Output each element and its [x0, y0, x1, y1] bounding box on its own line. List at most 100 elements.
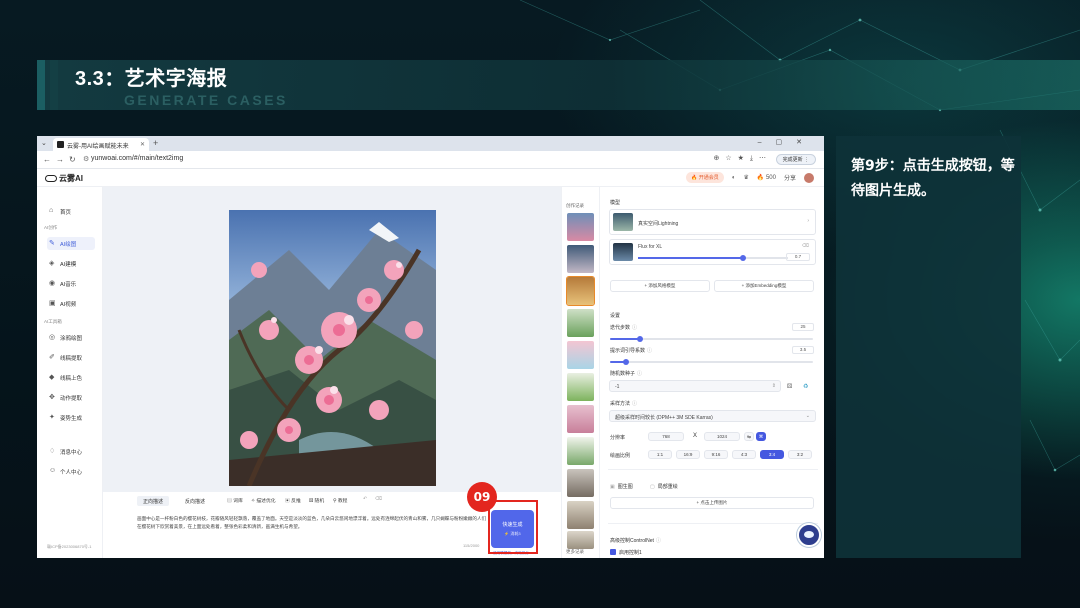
- history-thumbnail[interactable]: [567, 245, 594, 273]
- prompt-tool-wordbank[interactable]: ▤ 词库: [227, 497, 243, 504]
- upload-image-button[interactable]: + 点击上传图片: [610, 497, 814, 509]
- url-field[interactable]: yunwoai.com/#/main/text2img: [91, 155, 183, 162]
- history-thumbnail[interactable]: [567, 501, 594, 529]
- prompt-tool-optimize[interactable]: ✧ 描述优化: [251, 497, 276, 504]
- controlnet-toggle[interactable]: 启用控制1: [610, 549, 642, 556]
- dice-icon[interactable]: ⚄: [787, 383, 792, 390]
- checkbox-checked-icon: [610, 549, 616, 555]
- profile-update-button[interactable]: 完成更新 ⋮: [775, 154, 816, 165]
- sidebar-item-pose[interactable]: ✥ 动作提取: [47, 391, 95, 404]
- generated-artwork[interactable]: [229, 210, 436, 486]
- sidebar-item-ai-model[interactable]: ◈ AI建模: [47, 257, 95, 270]
- app-header: 云雾AI 🔥 开通会员 ◐ ♛ 🔥 500 分享: [37, 169, 824, 187]
- brush-icon: ✎: [49, 240, 55, 247]
- width-input[interactable]: 768: [648, 432, 684, 441]
- browser-address-bar: ←→↻ ⚙ yunwoai.com/#/main/text2img ⊕☆★⤓⋯ …: [37, 151, 824, 169]
- shop-icon[interactable]: ♛: [743, 174, 748, 181]
- ratio-3-4[interactable]: 3:4: [760, 450, 784, 459]
- history-thumbnail[interactable]: [567, 341, 594, 369]
- steps-slider[interactable]: [610, 336, 813, 342]
- cube-icon: ◈: [49, 260, 55, 267]
- help-icon: ⓘ: [632, 401, 638, 407]
- new-tab-plus-icon[interactable]: +: [153, 138, 158, 148]
- help-icon: ⓘ: [647, 348, 653, 354]
- prompt-textarea[interactable]: 画面中心是一杆粉白色的樱花树枝，花瓣随风轻轻飘落，覆盖了地面。天空是淡淡的蓝色，…: [137, 515, 487, 531]
- points-counter[interactable]: 🔥 500: [757, 174, 776, 181]
- tab-search-chevron-icon[interactable]: ⌄: [41, 139, 47, 147]
- img2img-tab[interactable]: ▣ 图生图: [610, 483, 633, 490]
- history-thumbnail[interactable]: [567, 531, 594, 549]
- sidebar-item-profile[interactable]: ☺ 个人中心: [47, 465, 95, 478]
- cfg-input[interactable]: 3.5: [792, 346, 814, 354]
- seed-input[interactable]: -1 ⇕: [609, 380, 781, 392]
- sidebar-item-scribble[interactable]: ◎ 涂鸦绘图: [47, 331, 95, 344]
- lora-card: Flux for XL ⌫ 0.7: [609, 239, 816, 265]
- lora-weight-knob[interactable]: [740, 255, 746, 261]
- steps-input[interactable]: 25: [792, 323, 814, 331]
- ratio-9-16[interactable]: 9:16: [704, 450, 728, 459]
- history-thumbnail[interactable]: [566, 276, 595, 306]
- user-avatar[interactable]: [804, 172, 814, 183]
- steps-knob[interactable]: [637, 336, 643, 342]
- history-thumbnail[interactable]: [567, 469, 594, 497]
- history-thumbnail[interactable]: [567, 373, 594, 401]
- lock-ratio-icon[interactable]: ⌘: [756, 432, 766, 441]
- history-thumbnail[interactable]: [567, 437, 594, 465]
- share-button[interactable]: 分享: [784, 173, 796, 182]
- history-more-link[interactable]: 更多记录: [566, 549, 584, 555]
- inpaint-tab[interactable]: ▢ 局部重绘: [650, 483, 678, 490]
- lora-weight-slider[interactable]: [638, 255, 788, 261]
- sidebar-item-home[interactable]: ⌂ 首页: [47, 205, 95, 218]
- undo-icon[interactable]: ↶: [363, 497, 367, 502]
- sparkle-icon: ✧: [251, 499, 256, 504]
- app-logo[interactable]: 云雾AI: [45, 173, 83, 184]
- bell-icon: ♢: [49, 448, 56, 455]
- window-controls[interactable]: –▢✕: [758, 138, 816, 146]
- prompt-tool-random[interactable]: ⚄ 随机: [309, 497, 324, 504]
- add-style-model-button[interactable]: + 添加风格模型: [610, 280, 710, 292]
- browser-tab[interactable]: 云雾-用AI绘画赋能未来 ✕: [53, 138, 149, 151]
- home-icon: ⌂: [49, 207, 54, 214]
- times-sign: X: [693, 433, 698, 439]
- browser-toolbar-icons[interactable]: ⊕☆★⤓⋯: [713, 154, 772, 163]
- prompt-tool-tutorial[interactable]: ⚲ 教程: [333, 497, 347, 504]
- sidebar-item-figure[interactable]: ✦ 姿势生成: [47, 411, 95, 424]
- ratio-1-1[interactable]: 1:1: [648, 450, 672, 459]
- history-thumbnail[interactable]: [567, 405, 594, 433]
- ratio-4-3[interactable]: 4:3: [732, 450, 756, 459]
- sidebar-item-colorize[interactable]: ◆ 线稿上色: [47, 371, 95, 384]
- ratio-16-9[interactable]: 16:9: [676, 450, 700, 459]
- prompt-tool-reverse[interactable]: ▣ 反推: [285, 497, 301, 504]
- sidebar-item-ai-music[interactable]: ◉ AI音乐: [47, 277, 95, 290]
- sidebar-item-ai-draw[interactable]: ✎ AI绘图: [47, 237, 95, 250]
- tab-positive-prompt[interactable]: 正向描述: [137, 496, 170, 506]
- figure-icon: ✦: [49, 414, 55, 421]
- sidebar-item-lineart[interactable]: ✐ 线稿提取: [47, 351, 95, 364]
- vip-button[interactable]: 🔥 开通会员: [686, 172, 724, 183]
- nav-buttons[interactable]: ←→↻: [43, 155, 81, 164]
- add-embedding-button[interactable]: + 添加Embedding模型: [714, 280, 814, 292]
- model-selector[interactable]: 真实空间Lightning ›: [609, 209, 816, 235]
- divider: [608, 523, 818, 524]
- ratio-3-2[interactable]: 3:2: [788, 450, 812, 459]
- sampler-select[interactable]: 超级采样时间较长 (DPM++ 3M SDE Karras) ⌄: [609, 410, 816, 422]
- theme-moon-icon[interactable]: ◐: [732, 175, 736, 181]
- history-thumbnail[interactable]: [567, 213, 594, 241]
- recycle-icon[interactable]: ♻: [803, 383, 808, 390]
- icp-footer: 赣ICP备2023006870号-1: [47, 544, 92, 549]
- height-input[interactable]: 1024: [704, 432, 740, 441]
- chevron-down-icon: ⌄: [805, 413, 810, 419]
- customer-service-icon[interactable]: [797, 523, 821, 547]
- site-info-icon[interactable]: ⚙: [83, 155, 89, 163]
- lora-weight-input[interactable]: 0.7: [786, 253, 810, 261]
- lora-delete-icon[interactable]: ⌫: [802, 243, 809, 249]
- history-thumbnail[interactable]: [567, 309, 594, 337]
- swap-icon[interactable]: ⇆: [744, 432, 754, 441]
- cfg-knob[interactable]: [623, 359, 629, 365]
- sidebar-item-messages[interactable]: ♢ 消息中心: [47, 445, 95, 458]
- tab-negative-prompt[interactable]: 反向描述: [179, 496, 211, 506]
- cfg-slider[interactable]: [610, 359, 813, 365]
- clear-icon[interactable]: ⌫: [375, 497, 382, 502]
- sidebar-item-ai-video[interactable]: ▣ AI视频: [47, 297, 95, 310]
- tab-close-icon[interactable]: ✕: [140, 141, 145, 148]
